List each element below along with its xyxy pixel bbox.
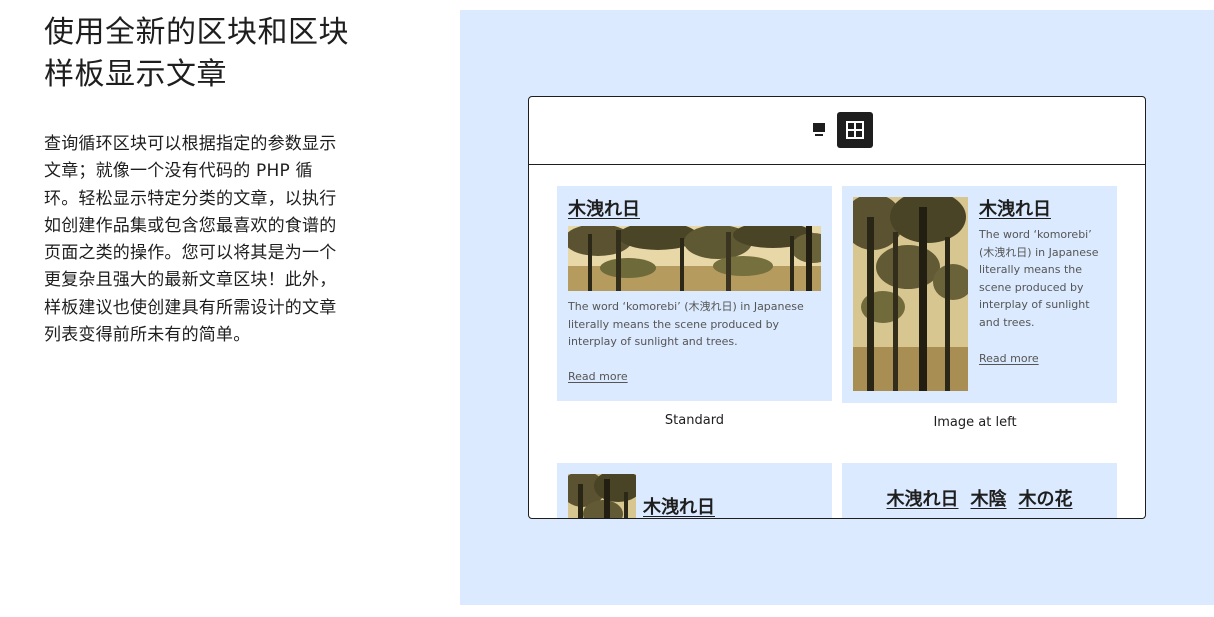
page-title-line: 使用全新的区块和区块 [44, 15, 349, 50]
pattern-browser: 木洩れ日 The word ‘komorebi’ (木洩れ日) in Japan… [528, 96, 1146, 519]
post-title[interactable]: 木洩れ日 [887, 485, 959, 511]
description-line: 样板建议也使创建具有所需设计的文章 [44, 297, 337, 318]
excerpt-line: scene produced by [979, 280, 1084, 294]
pattern-caption: Image at left [933, 415, 1017, 430]
excerpt-line: The word ‘komorebi’ [979, 228, 1092, 241]
post-excerpt: The word ‘komorebi’ (木洩れ日) in Japanese l… [979, 226, 1111, 331]
pattern-card-small-image[interactable]: 木洩れ日 [557, 463, 832, 518]
post-title[interactable]: 木洩れ日 [979, 195, 1051, 221]
description-line: 环。轻松显示特定分类的文章，以执行 [44, 188, 337, 209]
excerpt-line: and trees. [979, 315, 1035, 329]
description-line: 文章；就像一个没有代码的 PHP 循 [44, 161, 313, 182]
read-more-link[interactable]: Read more [568, 370, 628, 383]
pattern-card-standard[interactable]: 木洩れ日 The word ‘komorebi’ (木洩れ日) in Japan… [557, 186, 832, 401]
forest-image [853, 197, 968, 391]
page: 使用全新的区块和区块 样板显示文章 查询循环区块可以根据指定的参数显示 文章；就… [0, 0, 1214, 617]
description-line: 更复杂且强大的最新文章区块！此外， [44, 270, 337, 291]
post-title[interactable]: 木洩れ日 [643, 493, 715, 518]
list-view-button[interactable] [801, 112, 837, 148]
post-title[interactable]: 木の花 [1019, 485, 1073, 511]
pattern-card-titles[interactable]: 木洩れ日 木陰 木の花 [842, 463, 1117, 518]
page-title: 使用全新的区块和区块 样板显示文章 [44, 12, 384, 96]
read-more-link[interactable]: Read more [979, 352, 1039, 365]
pattern-card-image-left[interactable]: 木洩れ日 The word ‘komorebi’ (木洩れ日) in Japan… [842, 186, 1117, 403]
list-view-icon [813, 123, 825, 136]
grid-view-icon [846, 121, 864, 139]
excerpt-line: interplay of sunlight and trees. [568, 335, 738, 348]
excerpt-line: literally means the scene produced by [568, 317, 780, 331]
description-line: 列表变得前所未有的简单。 [44, 325, 251, 346]
titles-row: 木洩れ日 木陰 木の花 [842, 485, 1117, 511]
forest-image [568, 226, 821, 291]
post-excerpt: The word ‘komorebi’ (木洩れ日) in Japanese l… [568, 298, 824, 351]
post-title[interactable]: 木陰 [971, 485, 1007, 511]
grid-view-button[interactable] [837, 112, 873, 148]
pattern-showcase: 木洩れ日 The word ‘komorebi’ (木洩れ日) in Japan… [460, 10, 1214, 605]
forest-image [568, 474, 636, 518]
description-line: 如创建作品集或包含您最喜欢的食谱的 [44, 215, 337, 236]
excerpt-line: literally means the [979, 263, 1083, 276]
intro-section: 使用全新的区块和区块 样板显示文章 查询循环区块可以根据指定的参数显示 文章；就… [44, 12, 384, 349]
excerpt-line: The word ‘komorebi’ (木洩れ日) in Japanese [568, 300, 804, 313]
page-title-line: 样板显示文章 [44, 57, 227, 92]
view-toolbar [529, 97, 1145, 165]
description-line: 页面之类的操作。您可以将其是为一个 [44, 243, 337, 264]
excerpt-line: interplay of sunlight [979, 298, 1090, 311]
description-line: 查询循环区块可以根据指定的参数显示 [44, 134, 337, 154]
page-description: 查询循环区块可以根据指定的参数显示 文章；就像一个没有代码的 PHP 循 环。轻… [44, 131, 384, 349]
pattern-caption: Standard [664, 413, 725, 428]
post-title[interactable]: 木洩れ日 [568, 195, 640, 221]
excerpt-line: (木洩れ日) in Japanese [979, 245, 1099, 259]
